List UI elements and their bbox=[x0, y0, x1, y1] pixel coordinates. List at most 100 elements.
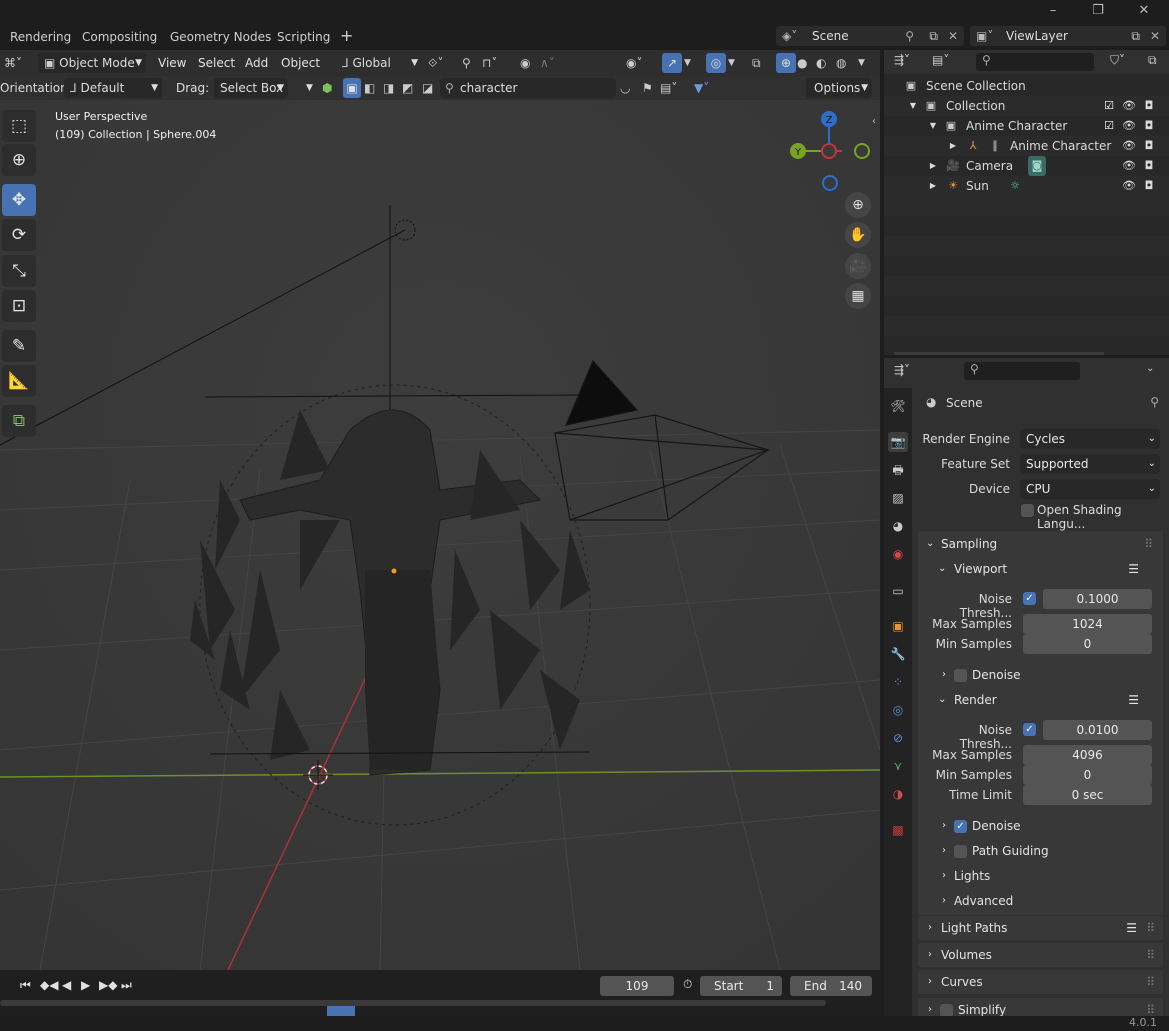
tool-tab-icon[interactable]: 🛠 bbox=[888, 396, 908, 416]
texture-tab-icon[interactable]: ▩ bbox=[888, 820, 908, 840]
overlay-toggle-icon[interactable]: ◎ bbox=[706, 53, 726, 73]
new-scene-icon[interactable]: ⧉ bbox=[929, 26, 938, 46]
drag-selector[interactable]: Select Box ▼ bbox=[214, 78, 288, 98]
feature-set-dropdown[interactable]: Supported ⌄ bbox=[1020, 454, 1160, 474]
collection-tab-icon[interactable]: ▭ bbox=[888, 581, 908, 601]
viewport-min-samples-field[interactable]: 0 bbox=[1023, 634, 1152, 654]
snap-target-icon[interactable]: ⊓˅ bbox=[482, 53, 497, 73]
bookmark-icon[interactable]: ⚑ bbox=[642, 78, 653, 98]
minimize-icon[interactable]: – bbox=[1038, 2, 1068, 20]
menu-select[interactable]: Select bbox=[198, 54, 235, 72]
outliner-row-camera[interactable]: ▶ 🎥 Camera ◙ 👁 ◘ bbox=[884, 156, 1169, 176]
drag-handle-icon[interactable]: ⠿ bbox=[1146, 970, 1155, 994]
pin-icon[interactable]: ⚲ bbox=[905, 26, 914, 46]
view-layer-tab-icon[interactable]: ▨ bbox=[888, 488, 908, 508]
eye-icon[interactable]: 👁 bbox=[1122, 116, 1136, 136]
render-noise-threshold-field[interactable]: 0.0100 bbox=[1043, 720, 1152, 740]
viewport-scene[interactable] bbox=[0, 50, 880, 970]
viewport-denoise-checkbox[interactable] bbox=[954, 669, 967, 682]
tab-rendering[interactable]: Rendering bbox=[10, 30, 71, 44]
rendered-shading-icon[interactable]: ◍ bbox=[836, 53, 846, 73]
filter-search-input[interactable]: ⚲ character bbox=[440, 78, 616, 98]
menu-view[interactable]: View bbox=[158, 54, 186, 72]
start-frame-field[interactable]: Start 1 bbox=[700, 976, 782, 996]
outliner-scrollbar[interactable] bbox=[894, 352, 1104, 355]
visibility-icon[interactable]: ◉˅ bbox=[626, 53, 642, 73]
material-shading-icon[interactable]: ◐ bbox=[816, 53, 826, 73]
eye-icon[interactable]: 👁 bbox=[1122, 156, 1136, 176]
lights-subpanel[interactable]: › Lights bbox=[924, 864, 1159, 888]
drag-handle-icon[interactable]: ⠿ bbox=[1146, 998, 1155, 1016]
play-reverse-icon[interactable]: ◀ bbox=[62, 978, 71, 992]
light-paths-panel[interactable]: › Light Paths ☰ ⠿ bbox=[918, 916, 1163, 940]
sidebar-toggle-icon[interactable]: ‹ bbox=[872, 116, 876, 127]
transform-tool-icon[interactable]: ⊡ bbox=[2, 290, 36, 322]
chevron-down-icon[interactable]: ▼ bbox=[306, 78, 313, 98]
path-guiding-checkbox[interactable] bbox=[954, 845, 967, 858]
drag-handle-icon[interactable]: ⠿ bbox=[1146, 943, 1155, 967]
select-mode-invert-icon[interactable]: ◩ bbox=[402, 78, 413, 98]
eye-icon[interactable]: 👁 bbox=[1122, 96, 1136, 116]
rotate-tool-icon[interactable]: ⟳ bbox=[2, 219, 36, 251]
eye-icon[interactable]: 👁 bbox=[1122, 176, 1136, 196]
add-workspace-icon[interactable]: + bbox=[340, 26, 353, 45]
camera-view-icon[interactable]: 🎥 bbox=[845, 253, 871, 279]
gizmo-toggle-icon[interactable]: ↗ bbox=[662, 53, 682, 73]
advanced-subpanel[interactable]: › Advanced bbox=[924, 889, 1159, 913]
menu-object[interactable]: Object bbox=[281, 54, 320, 72]
new-viewlayer-icon[interactable]: ⧉ bbox=[1131, 26, 1140, 46]
3d-viewport[interactable]: ⌘˅ ▣ Object Mode ▼ View Select Add Objec… bbox=[0, 50, 880, 970]
chevron-right-icon[interactable]: ▶ bbox=[946, 136, 960, 156]
render-noise-threshold-checkbox[interactable]: ✓ bbox=[1023, 723, 1036, 736]
chevron-right-icon[interactable]: ▶ bbox=[926, 176, 940, 196]
scene-tab-icon[interactable]: ◕ bbox=[888, 516, 908, 536]
object-types-icon[interactable]: ⬢ bbox=[322, 78, 332, 98]
preset-list-icon[interactable]: ☰ bbox=[1128, 688, 1139, 712]
preset-list-icon[interactable]: ☰ bbox=[1128, 557, 1139, 581]
osl-checkbox[interactable] bbox=[1021, 504, 1034, 517]
new-collection-icon[interactable]: ⧉ bbox=[1148, 53, 1157, 68]
wireframe-shading-icon[interactable]: ⊕ bbox=[776, 53, 796, 73]
select-mode-intersect-icon[interactable]: ◪ bbox=[422, 78, 433, 98]
curves-panel[interactable]: › Curves ⠿ bbox=[918, 970, 1163, 994]
checkbox-icon[interactable]: ☑ bbox=[1102, 116, 1116, 136]
viewport-noise-threshold-checkbox[interactable]: ✓ bbox=[1023, 592, 1036, 605]
viewport-subpanel-header[interactable]: ⌄ Viewport ☰ bbox=[924, 557, 1159, 581]
render-engine-dropdown[interactable]: Cycles ⌄ bbox=[1020, 429, 1160, 449]
render-denoise-checkbox[interactable]: ✓ bbox=[954, 820, 967, 833]
tab-geometry-nodes[interactable]: Geometry Nodes bbox=[170, 30, 271, 44]
camera-render-icon[interactable]: ◘ bbox=[1142, 136, 1156, 156]
navigation-gizmo[interactable]: Z Y bbox=[780, 105, 880, 195]
chevron-down-icon[interactable]: ▼ bbox=[684, 53, 691, 73]
checkbox-icon[interactable]: ☑ bbox=[1102, 96, 1116, 116]
cursor-tool-icon[interactable]: ⊕ bbox=[2, 144, 36, 176]
outliner-row-anime-character-armature[interactable]: ▶ ⅄ ∥ Anime Character 👁 ◘ bbox=[884, 136, 1169, 156]
render-tab-icon[interactable]: 📷 bbox=[888, 432, 908, 452]
next-keyframe-icon[interactable]: ▶◆ bbox=[99, 978, 117, 992]
chevron-down-icon[interactable]: ▼ bbox=[926, 116, 940, 136]
stopwatch-icon[interactable]: ⏱ bbox=[683, 977, 692, 992]
particles-tab-icon[interactable]: ⁘ bbox=[888, 672, 908, 692]
world-tab-icon[interactable]: ◉ bbox=[888, 544, 908, 564]
prev-keyframe-icon[interactable]: ◆◀ bbox=[40, 978, 58, 992]
select-mode-extend-icon[interactable]: ◧ bbox=[364, 78, 375, 98]
filter-icon[interactable]: ▼˅ bbox=[694, 78, 709, 98]
camera-render-icon[interactable]: ◘ bbox=[1142, 156, 1156, 176]
chevron-right-icon[interactable]: ▶ bbox=[926, 156, 940, 176]
physics-tab-icon[interactable]: ◎ bbox=[888, 700, 908, 720]
viewport-max-samples-field[interactable]: 1024 bbox=[1023, 614, 1152, 634]
move-tool-icon[interactable]: ✥ bbox=[2, 184, 36, 216]
timeline-scrollbar[interactable] bbox=[0, 1000, 826, 1006]
editor-type-icon[interactable]: ⇶˅ bbox=[894, 53, 910, 67]
time-limit-field[interactable]: 0 sec bbox=[1023, 785, 1152, 805]
material-tab-icon[interactable]: ◑ bbox=[888, 784, 908, 804]
menu-add[interactable]: Add bbox=[245, 54, 268, 72]
remove-scene-icon[interactable]: ✕ bbox=[948, 26, 958, 46]
properties-search-input[interactable]: ⚲ bbox=[964, 362, 1080, 380]
remove-viewlayer-icon[interactable]: ✕ bbox=[1150, 26, 1160, 46]
simplify-panel[interactable]: › Simplify ⠿ bbox=[918, 998, 1163, 1016]
path-guiding-subpanel[interactable]: › Path Guiding bbox=[924, 839, 1159, 863]
drag-handle-icon[interactable]: ⠿ bbox=[1144, 532, 1153, 556]
viewlayer-selector[interactable]: ▣˅ ViewLayer ⧉ ✕ bbox=[970, 26, 1166, 46]
tab-scripting[interactable]: Scripting bbox=[277, 30, 330, 44]
